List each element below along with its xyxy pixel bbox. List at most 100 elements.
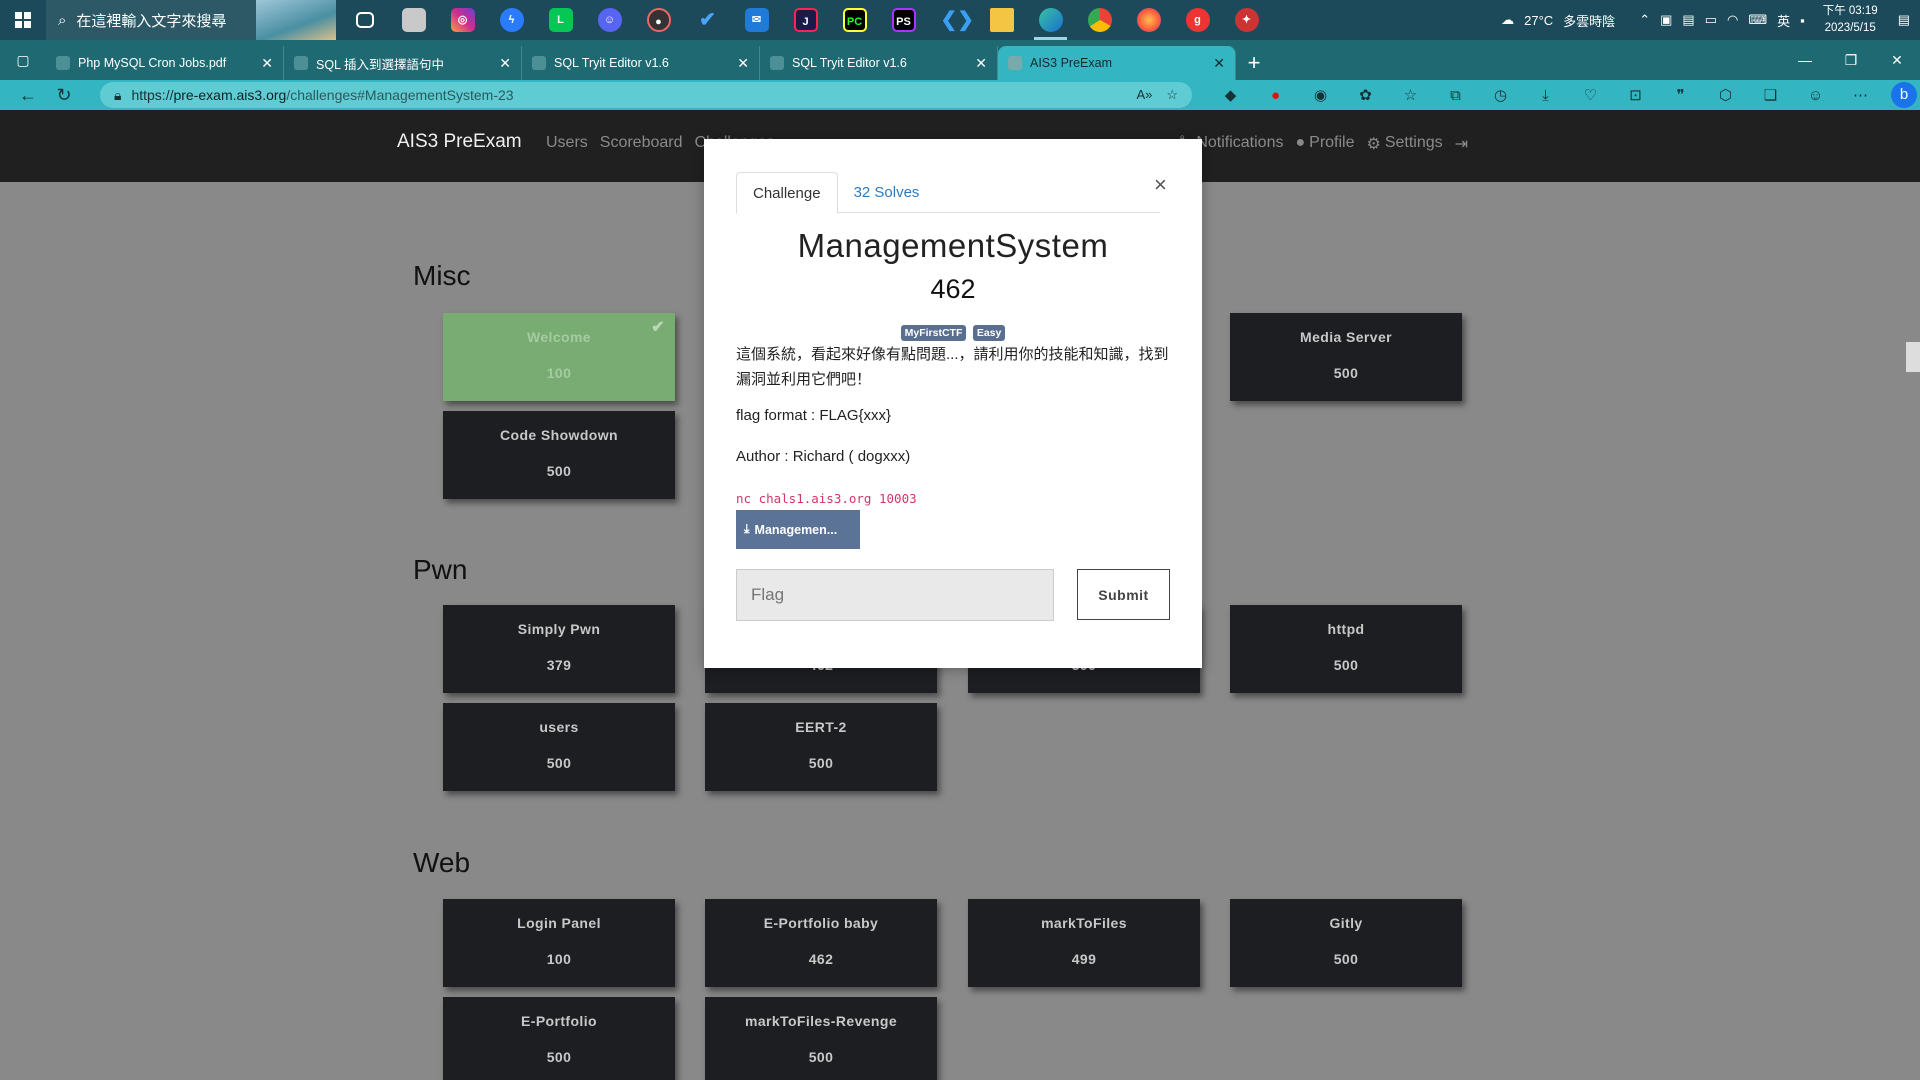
windows-start-icon[interactable] [0, 0, 46, 40]
profile-avatar-icon[interactable]: ☺ [1793, 87, 1838, 104]
challenge-card[interactable]: Code Showdown 500 [443, 411, 675, 499]
favorites-icon[interactable]: ☆ [1388, 86, 1433, 104]
line-icon[interactable]: L [536, 0, 585, 40]
mail-icon[interactable]: ✉ [732, 0, 781, 40]
quote-icon[interactable]: ❞ [1658, 86, 1703, 104]
tab-solves[interactable]: 32 Solves [838, 172, 936, 213]
new-tab-icon[interactable]: + [1236, 46, 1272, 80]
taskbar-search-box[interactable]: ⌕ 在這裡輸入文字來搜尋 [46, 0, 336, 40]
tray-chevron-icon[interactable]: ⌃ [1639, 12, 1650, 28]
user-icon[interactable]: ● [1295, 134, 1305, 154]
gears-icon[interactable]: ⚙ [1367, 134, 1381, 154]
challenge-card[interactable]: Gitly 500 [1230, 899, 1462, 987]
tab-icon[interactable]: ❏ [1748, 86, 1793, 104]
history-icon[interactable]: ◷ [1478, 86, 1523, 104]
weather-desc[interactable]: 多雲時陰 [1563, 11, 1615, 30]
downloads-icon[interactable]: ⤓ [1523, 87, 1568, 104]
tray-app2-icon[interactable]: ▤ [1682, 12, 1694, 28]
weather-icon[interactable]: ☁ [1501, 12, 1514, 28]
performance-icon[interactable]: ♡ [1568, 86, 1613, 104]
screenshot-icon[interactable]: ⊡ [1613, 86, 1658, 104]
nav-profile[interactable]: Profile [1309, 134, 1354, 154]
nav-scoreboard[interactable]: Scoreboard [600, 134, 683, 152]
challenge-card[interactable]: markToFiles 499 [968, 899, 1200, 987]
collections-icon[interactable]: ⧉ [1433, 87, 1478, 104]
browser-tab[interactable]: Php MySQL Cron Jobs.pdf ✕ [46, 46, 284, 80]
ime-indicator[interactable]: 英 [1777, 11, 1790, 30]
todo-icon[interactable]: ✔ [683, 0, 732, 40]
challenge-name: markToFiles-Revenge [744, 1013, 898, 1029]
favorite-star-icon[interactable]: ☆ [1166, 87, 1178, 103]
browser-tab[interactable]: SQL 插入到選擇語句中 ✕ [284, 46, 522, 80]
close-window-icon[interactable]: ✕ [1874, 52, 1920, 69]
edge-icon[interactable] [1026, 0, 1075, 40]
other-app-icon[interactable]: ✦ [1222, 0, 1271, 40]
challenge-card[interactable]: users 500 [443, 703, 675, 791]
submit-button[interactable]: Submit [1077, 569, 1170, 620]
tab-actions-icon[interactable]: ▢ [0, 40, 46, 80]
challenge-card[interactable]: E-Portfolio baby 462 [705, 899, 937, 987]
logout-icon[interactable]: ⇥ [1455, 134, 1468, 154]
notification-center-icon[interactable]: ▤ [1898, 12, 1910, 28]
tab-close-icon[interactable]: ✕ [261, 55, 273, 72]
back-icon[interactable]: ← [10, 80, 46, 110]
challenge-card[interactable]: httpd 500 [1230, 605, 1462, 693]
tab-close-icon[interactable]: ✕ [737, 55, 749, 72]
flag-input[interactable] [736, 569, 1054, 621]
weather-temp[interactable]: 27°C [1524, 13, 1553, 28]
challenge-card[interactable]: Login Panel 100 [443, 899, 675, 987]
restore-icon[interactable]: ❐ [1828, 52, 1874, 69]
browser-tab[interactable]: SQL Tryit Editor v1.6 ✕ [760, 46, 998, 80]
site-brand[interactable]: AIS3 PreExam [397, 131, 522, 153]
tab-close-icon[interactable]: ✕ [1213, 55, 1225, 72]
instagram-icon[interactable]: ◎ [438, 0, 487, 40]
pycharm-icon[interactable]: PC [830, 0, 879, 40]
read-aloud-icon[interactable]: A» [1136, 87, 1152, 103]
modal-close-icon[interactable]: × [1154, 172, 1167, 198]
messenger-icon[interactable]: ϟ [487, 0, 536, 40]
browser-tab-active[interactable]: AIS3 PreExam ✕ [998, 46, 1236, 80]
browser-tab[interactable]: SQL Tryit Editor v1.6 ✕ [522, 46, 760, 80]
tab-challenge[interactable]: Challenge [736, 172, 838, 214]
bing-icon[interactable]: b [1891, 82, 1917, 108]
extension2-icon[interactable]: ◉ [1298, 86, 1343, 104]
photos-app-icon[interactable] [389, 0, 438, 40]
challenge-card[interactable]: EERT-2 500 [705, 703, 937, 791]
file-explorer-icon[interactable] [977, 0, 1026, 40]
keyboard-icon[interactable]: ⌨ [1748, 12, 1767, 28]
challenge-card[interactable]: Media Server 500 [1230, 313, 1462, 401]
firefox-icon[interactable] [1124, 0, 1173, 40]
nav-notifications[interactable]: Notifications [1196, 134, 1283, 154]
tab-close-icon[interactable]: ✕ [499, 55, 511, 72]
ime-mode-icon[interactable]: ▪ [1800, 13, 1805, 28]
phpstorm-icon[interactable]: PS [879, 0, 928, 40]
discord-icon[interactable]: ☺ [585, 0, 634, 40]
challenge-card[interactable]: ✔ Welcome 100 [443, 313, 675, 401]
refresh-icon[interactable]: ↻ [46, 80, 82, 110]
extensions-puzzle-icon[interactable]: ✿ [1343, 86, 1388, 104]
minimize-icon[interactable]: — [1782, 52, 1828, 68]
battery-icon[interactable]: ▭ [1705, 12, 1717, 28]
page-scrollbar[interactable] [1906, 342, 1920, 372]
nav-users[interactable]: Users [546, 134, 588, 152]
opera-extension-icon[interactable]: ● [1253, 87, 1298, 104]
wifi-icon[interactable]: ◠ [1727, 12, 1738, 28]
git-app-icon[interactable]: g [1173, 0, 1222, 40]
chrome-icon[interactable] [1075, 0, 1124, 40]
tab-close-icon[interactable]: ✕ [975, 55, 987, 72]
address-bar[interactable]: 🔒︎ https://pre-exam.ais3.org/challenges#… [100, 82, 1192, 108]
davinci-resolve-icon[interactable]: ● [634, 0, 683, 40]
task-view-icon[interactable] [340, 0, 389, 40]
download-file-button[interactable]: ⤓ Managemen... [736, 510, 860, 549]
challenge-card[interactable]: markToFiles-Revenge 500 [705, 997, 937, 1080]
vscode-icon[interactable]: ❮❯ [928, 0, 977, 40]
more-menu-icon[interactable]: ⋯ [1838, 86, 1883, 104]
nav-settings[interactable]: Settings [1385, 134, 1443, 154]
taskbar-clock[interactable]: 下午 03:19 2023/5/15 [1823, 3, 1878, 37]
challenge-card[interactable]: Simply Pwn 379 [443, 605, 675, 693]
browser-essentials-icon[interactable]: ⬡ [1703, 86, 1748, 104]
extension-icon[interactable]: ◆ [1208, 86, 1253, 104]
tray-app-icon[interactable]: ▣ [1660, 12, 1672, 28]
jetbrains-icon[interactable]: J [781, 0, 830, 40]
challenge-card[interactable]: E-Portfolio 500 [443, 997, 675, 1080]
